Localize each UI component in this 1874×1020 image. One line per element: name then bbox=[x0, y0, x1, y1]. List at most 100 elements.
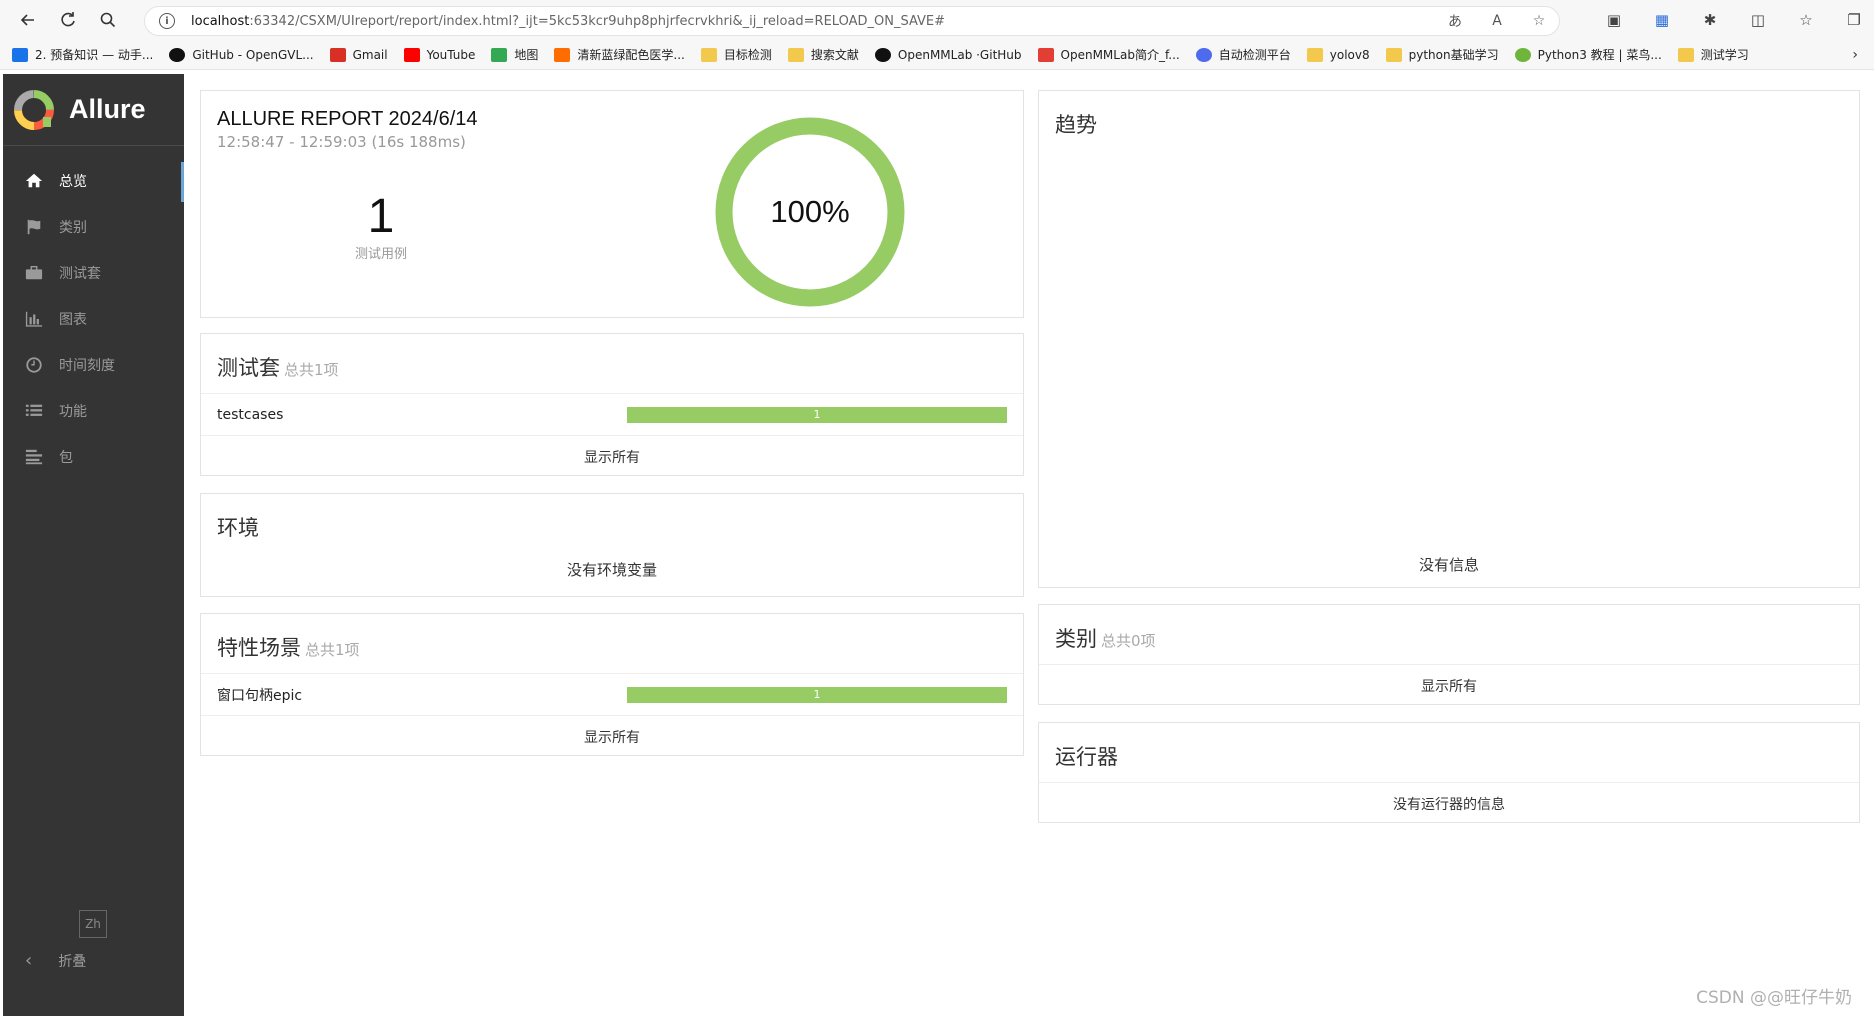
test-count-label[interactable]: 测试用例 bbox=[331, 243, 431, 262]
bookmark-label: python基础学习 bbox=[1408, 48, 1499, 62]
categories-widget: 类别 总共0项 显示所有 bbox=[1038, 604, 1860, 705]
maps-icon bbox=[491, 47, 508, 62]
bookmark-label: GitHub - OpenGVL... bbox=[192, 47, 314, 62]
url-path: :63342/CSXM/UIreport/report/index.html?_… bbox=[249, 13, 945, 29]
read-aloud-icon[interactable]: A bbox=[1487, 11, 1507, 31]
bookmark-item[interactable]: 2. 预备知识 — 动手... bbox=[12, 46, 153, 63]
bookmark-label: 2. 预备知识 — 动手... bbox=[35, 48, 154, 62]
sidebar-item[interactable]: 测试套 bbox=[3, 250, 184, 296]
github-icon bbox=[874, 47, 891, 62]
align-left-icon bbox=[23, 447, 45, 467]
chevron-left-icon: ‹ bbox=[25, 950, 33, 971]
sidebar-item[interactable]: 时间刻度 bbox=[3, 342, 184, 388]
bookmark-item[interactable]: Python3 教程 | 菜鸟... bbox=[1514, 46, 1662, 63]
pass-rate-text: 100% bbox=[770, 194, 849, 229]
features-status-bar[interactable]: 1 bbox=[627, 686, 1007, 703]
bookmark-label: YouTube bbox=[426, 47, 476, 62]
bookmark-item[interactable]: Gmail bbox=[329, 47, 388, 62]
sidebar-nav: 总览类别测试套图表时间刻度功能包 bbox=[3, 158, 184, 480]
suites-show-all-button[interactable]: 显示所有 bbox=[201, 435, 1023, 477]
environment-empty-message: 没有环境变量 bbox=[566, 561, 657, 579]
sidebar-item-label: 时间刻度 bbox=[59, 358, 115, 374]
suites-row-name: testcases bbox=[217, 406, 284, 423]
sidebar-item[interactable]: 总览 bbox=[3, 158, 184, 204]
site-info-icon[interactable]: i bbox=[159, 13, 175, 29]
browser-essentials-icon[interactable]: ❐ bbox=[1844, 10, 1864, 30]
bookmark-label: yolov8 bbox=[1329, 47, 1370, 62]
environment-title: 环境 bbox=[217, 516, 259, 540]
favorites-icon[interactable]: ☆ bbox=[1796, 10, 1816, 30]
bookmark-label: 清新蓝绿配色医学... bbox=[577, 48, 685, 62]
bookmark-label: OpenMMLab ·GitHub bbox=[897, 47, 1022, 62]
bookmark-label: 测试学习 bbox=[1700, 48, 1749, 62]
chevron-right-icon[interactable]: › bbox=[1852, 47, 1858, 63]
split-screen-icon[interactable]: ◫ bbox=[1748, 10, 1768, 30]
summary-widget: ALLURE REPORT 2024/6/14 12:58:47 - 12:59… bbox=[200, 90, 1024, 318]
github-icon bbox=[169, 47, 186, 62]
bookmark-item[interactable]: OpenMMLab简介_f... bbox=[1037, 46, 1180, 63]
folder-icon bbox=[787, 47, 804, 62]
extension-app-icon[interactable]: ▦ bbox=[1652, 10, 1672, 30]
bookmark-item[interactable]: 搜索文献 bbox=[787, 46, 859, 63]
bookmark-item[interactable]: GitHub - OpenGVL... bbox=[169, 47, 314, 62]
bookmark-item[interactable]: 测试学习 bbox=[1677, 46, 1749, 63]
features-header: 特性场景 总共1项 bbox=[201, 614, 1023, 673]
bookmark-item[interactable]: OpenMMLab ·GitHub bbox=[874, 47, 1022, 62]
trend-empty-message: 没有信息 bbox=[1418, 556, 1479, 574]
search-button[interactable] bbox=[88, 0, 128, 40]
sidebar-item[interactable]: 包 bbox=[3, 434, 184, 480]
suites-status-bar[interactable]: 1 bbox=[627, 406, 1007, 423]
bookmark-icon bbox=[554, 47, 571, 62]
pass-rate-donut[interactable]: 100% bbox=[713, 115, 907, 309]
bookmark-item[interactable]: 地图 bbox=[491, 46, 538, 63]
list-icon bbox=[23, 401, 45, 421]
bookmark-item[interactable]: 清新蓝绿配色医学... bbox=[554, 46, 685, 63]
collapse-button[interactable]: ‹ 折叠 bbox=[25, 950, 86, 971]
features-title: 特性场景 bbox=[217, 636, 301, 660]
bookmark-label: OpenMMLab简介_f... bbox=[1060, 48, 1180, 62]
sidebar-item-label: 总览 bbox=[59, 174, 87, 190]
categories-show-all-button[interactable]: 显示所有 bbox=[1039, 664, 1859, 706]
sidebar-item-label: 测试套 bbox=[59, 266, 101, 282]
sidebar-item[interactable]: 类别 bbox=[3, 204, 184, 250]
suites-row[interactable]: testcases 1 bbox=[201, 393, 1023, 435]
address-bar[interactable]: i localhost:63342/CSXM/UIreport/report/i… bbox=[144, 6, 1560, 36]
report-title: ALLURE REPORT 2024/6/14 bbox=[217, 108, 478, 130]
allure-logo-icon bbox=[14, 89, 54, 130]
bookmark-item[interactable]: 目标检测 bbox=[700, 46, 772, 63]
search-icon bbox=[100, 12, 116, 28]
bookmark-label: 目标检测 bbox=[723, 48, 772, 62]
back-button[interactable] bbox=[8, 0, 48, 40]
bookmark-item[interactable]: 自动检测平台 bbox=[1195, 46, 1291, 63]
features-count: 总共1项 bbox=[305, 641, 360, 659]
reload-button[interactable] bbox=[48, 0, 88, 40]
bookmark-item[interactable]: YouTube bbox=[403, 47, 476, 62]
collapse-label: 折叠 bbox=[58, 953, 87, 970]
report-time: 12:58:47 - 12:59:03 (16s 188ms) bbox=[217, 133, 466, 151]
bookmark-item[interactable]: python基础学习 bbox=[1385, 46, 1499, 63]
flag-icon bbox=[23, 217, 45, 237]
sidebar-item-label: 包 bbox=[59, 450, 73, 466]
test-count: 1 bbox=[367, 190, 395, 243]
extensions-icon[interactable]: ✱ bbox=[1700, 10, 1720, 30]
reload-icon bbox=[61, 12, 75, 27]
language-button[interactable]: Zh bbox=[79, 910, 107, 938]
features-show-all-button[interactable]: 显示所有 bbox=[201, 715, 1023, 757]
favorite-star-icon[interactable]: ☆ bbox=[1529, 11, 1549, 31]
book-icon bbox=[12, 47, 28, 62]
bookmark-item[interactable]: yolov8 bbox=[1306, 47, 1370, 62]
executors-empty-message: 没有运行器的信息 bbox=[1039, 782, 1859, 824]
suites-count: 总共1项 bbox=[284, 361, 339, 379]
executors-title: 运行器 bbox=[1055, 745, 1118, 769]
suites-header: 测试套 总共1项 bbox=[201, 334, 1023, 393]
collections-icon[interactable]: ▣ bbox=[1604, 10, 1624, 30]
features-row[interactable]: 窗口句柄epic 1 bbox=[201, 673, 1023, 715]
home-icon bbox=[23, 171, 45, 191]
sidebar-item[interactable]: 图表 bbox=[3, 296, 184, 342]
runoob-icon bbox=[1514, 47, 1531, 62]
brand-name: Allure bbox=[69, 94, 146, 124]
translate-icon[interactable]: あ bbox=[1445, 11, 1465, 31]
brand[interactable]: Allure bbox=[3, 74, 184, 146]
sidebar-item[interactable]: 功能 bbox=[3, 388, 184, 434]
categories-count: 总共0项 bbox=[1101, 632, 1156, 650]
